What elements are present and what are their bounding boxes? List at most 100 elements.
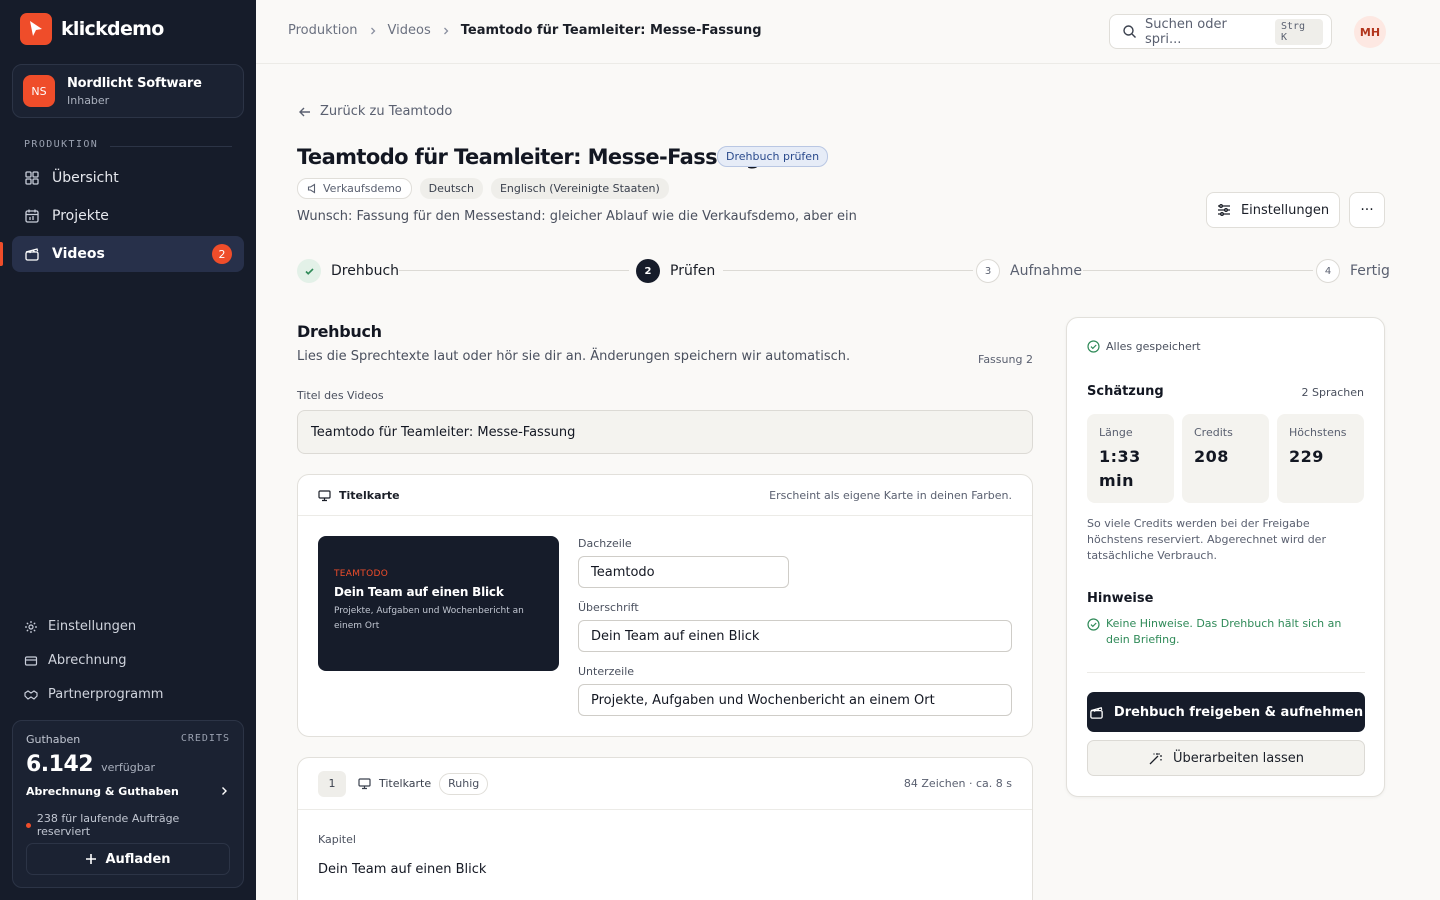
step-label: Prüfen xyxy=(670,263,716,279)
progress-stepper: Drehbuch 2 Prüfen 3 Aufnahme 4 Fertig xyxy=(297,259,1390,283)
arrow-left-icon xyxy=(298,105,312,119)
grid-icon xyxy=(24,170,40,186)
tag-list: Verkaufsdemo Deutsch Englisch (Vereinigt… xyxy=(297,178,669,199)
credits-tag: CREDITS xyxy=(180,733,230,744)
sidebar-item-label: Übersicht xyxy=(52,170,119,186)
kicker-input[interactable]: Teamtodo xyxy=(578,556,789,588)
magic-wand-icon xyxy=(1148,751,1163,766)
more-icon: ··· xyxy=(1360,202,1374,218)
sidebar-item-uebersicht[interactable]: Übersicht xyxy=(12,160,244,196)
hint-text: Keine Hinweise. Das Drehbuch hält sich a… xyxy=(1106,617,1342,646)
billing-link[interactable]: Abrechnung & Guthaben xyxy=(26,785,230,798)
step-aufnahme[interactable]: 3 Aufnahme xyxy=(976,259,1082,283)
approve-record-label: Drehbuch freigeben & aufnehmen xyxy=(1113,704,1364,720)
credits-reserved-text: 238 für laufende Aufträge reserviert xyxy=(36,812,180,838)
chapter-text[interactable]: Dein Team auf einen Blick xyxy=(318,862,486,877)
breadcrumb: Produktion Videos Teamtodo für Teamleite… xyxy=(288,23,762,38)
back-link[interactable]: Zurück zu Teamtodo xyxy=(298,104,452,119)
org-name: Nordlicht Software xyxy=(67,75,202,91)
main-content: Zurück zu Teamtodo Teamtodo für Teamleit… xyxy=(256,64,1440,900)
settings-button-label: Einstellungen xyxy=(1240,202,1330,218)
version-label: Fassung 2 xyxy=(978,353,1033,366)
sidebar-item-abrechnung[interactable]: Abrechnung xyxy=(24,653,127,668)
breadcrumb-item-produktion[interactable]: Produktion xyxy=(288,23,358,38)
clapper-icon xyxy=(24,246,40,262)
wish-text: Wunsch: Fassung für den Messestand: glei… xyxy=(297,209,857,224)
org-switcher[interactable]: NS Nordlicht Software Inhaber xyxy=(12,64,244,118)
sidebar-section-label: PRODUKTION xyxy=(24,139,99,150)
settings-button[interactable]: Einstellungen xyxy=(1206,192,1340,228)
scene-type: Titelkarte xyxy=(379,777,432,790)
sidebar-item-partnerprogramm[interactable]: Partnerprogramm xyxy=(24,687,163,702)
sidebar-item-label: Abrechnung xyxy=(48,653,127,668)
breadcrumb-item-videos[interactable]: Videos xyxy=(388,23,431,38)
title-field-label: Titel des Videos xyxy=(297,389,384,402)
mood-badge[interactable]: Ruhig xyxy=(439,772,489,795)
step-connector xyxy=(399,270,629,271)
step-connector xyxy=(723,270,973,271)
sidebar-item-projekte[interactable]: Projekte xyxy=(12,198,244,234)
sidebar: klickdemo NS Nordlicht Software Inhaber … xyxy=(0,0,256,900)
topup-button[interactable]: Aufladen xyxy=(26,843,230,875)
preview-headline: Dein Team auf einen Blick xyxy=(334,585,504,599)
sidebar-item-label: Einstellungen xyxy=(48,619,137,634)
active-indicator xyxy=(0,242,3,266)
megaphone-icon xyxy=(307,183,318,194)
request-revision-button[interactable]: Überarbeiten lassen xyxy=(1087,740,1365,776)
kicker-label: Dachzeile xyxy=(578,537,632,550)
status-badge: Drehbuch prüfen xyxy=(717,146,829,167)
metric-label: Länge xyxy=(1099,426,1133,439)
step-fertig[interactable]: 4 Fertig xyxy=(1316,259,1390,283)
credits-card: Guthaben CREDITS 6.142 verfügbar Abrechn… xyxy=(12,720,244,888)
estimate-note: So viele Credits werden bei der Freigabe… xyxy=(1087,517,1326,562)
metric-label: Höchstens xyxy=(1289,426,1347,439)
metric-length: Länge 1:33 min xyxy=(1087,414,1174,503)
metric-value: 229 xyxy=(1289,447,1324,466)
check-circle-icon xyxy=(1087,340,1100,353)
sidebar-item-label: Videos xyxy=(52,246,105,262)
headline-input[interactable]: Dein Team auf einen Blick xyxy=(578,620,1012,652)
handshake-icon xyxy=(24,688,38,702)
reserved-dot-icon xyxy=(26,822,31,828)
estimate-panel: Alles gespeichert Schätzung 2 Sprachen L… xyxy=(1066,317,1385,797)
sidebar-item-label: Partnerprogramm xyxy=(48,687,164,702)
topup-label: Aufladen xyxy=(105,851,171,867)
approve-record-button[interactable]: Drehbuch freigeben & aufnehmen xyxy=(1087,692,1365,732)
subline-input[interactable]: Projekte, Aufgaben und Wochenbericht an … xyxy=(578,684,1012,716)
videos-count-badge: 2 xyxy=(212,244,232,264)
search-input[interactable]: Suchen oder spri... Strg K xyxy=(1109,14,1332,49)
more-button[interactable]: ··· xyxy=(1349,192,1385,228)
step-number: 3 xyxy=(976,259,1000,283)
save-status: Alles gespeichert xyxy=(1087,340,1201,353)
title-card-preview: TEAMTODO Dein Team auf einen Blick Proje… xyxy=(318,536,559,671)
back-link-label: Zurück zu Teamtodo xyxy=(320,104,453,119)
user-avatar[interactable]: MH xyxy=(1354,16,1386,48)
headline-label: Überschrift xyxy=(578,601,639,614)
step-number: 4 xyxy=(1316,259,1340,283)
metric-label: Credits xyxy=(1194,426,1233,439)
title-card-panel: Titelkarte Erscheint als eigene Karte in… xyxy=(297,474,1033,737)
search-shortcut: Strg K xyxy=(1274,18,1323,45)
estimate-languages: 2 Sprachen xyxy=(1301,386,1364,399)
sidebar-item-einstellungen[interactable]: Einstellungen xyxy=(24,619,136,634)
sidebar-item-videos[interactable]: Videos 2 xyxy=(12,236,244,272)
scene-number: 1 xyxy=(318,770,346,797)
credits-amount: 6.142 xyxy=(26,752,94,777)
tag-deutsch: Deutsch xyxy=(419,178,483,199)
request-revision-label: Überarbeiten lassen xyxy=(1172,750,1305,766)
tag-verkaufsdemo: Verkaufsdemo xyxy=(297,178,412,199)
check-icon xyxy=(297,259,321,283)
step-pruefen[interactable]: 2 Prüfen xyxy=(636,259,715,283)
chevron-right-icon xyxy=(441,26,451,36)
preview-subline: Projekte, Aufgaben und Wochenbericht an … xyxy=(334,606,524,631)
step-drehbuch[interactable]: Drehbuch xyxy=(297,259,399,283)
video-title-input[interactable]: Teamtodo für Teamleiter: Messe-Fassung xyxy=(297,410,1033,454)
gear-icon xyxy=(24,620,38,634)
app-logo[interactable]: klickdemo xyxy=(20,13,164,45)
logo-icon xyxy=(20,13,52,45)
metric-value: 208 xyxy=(1194,447,1229,466)
hints-title: Hinweise xyxy=(1087,591,1154,606)
breadcrumb-current: Teamtodo für Teamleiter: Messe-Fassung xyxy=(460,23,762,38)
section-divider xyxy=(110,146,232,147)
panel-divider xyxy=(1087,672,1365,673)
